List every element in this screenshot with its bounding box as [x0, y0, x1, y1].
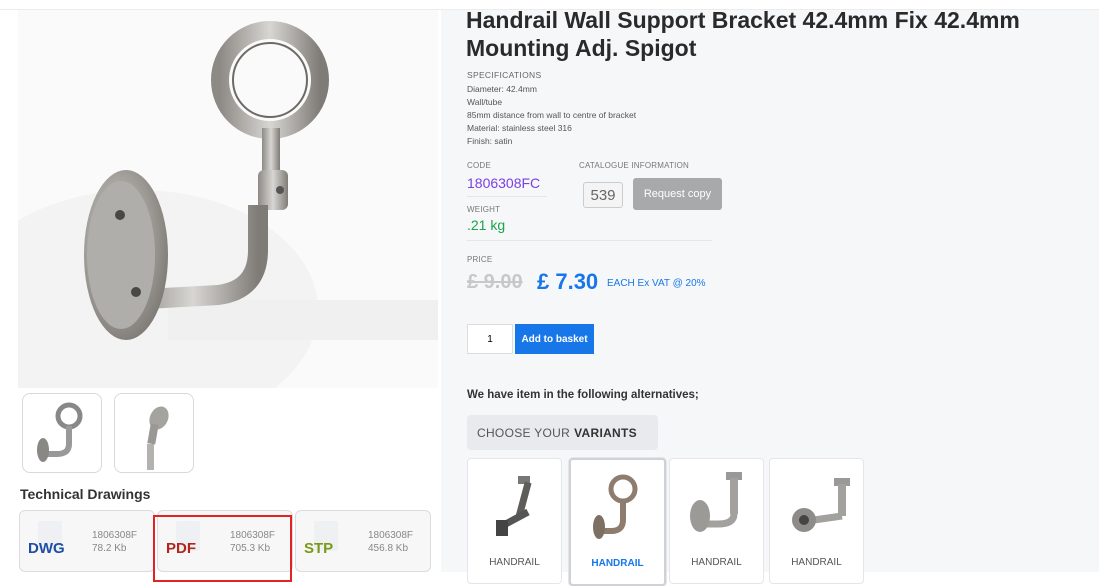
variant-card[interactable]: HANDRAIL [467, 458, 562, 584]
thumbnail-1[interactable] [22, 393, 102, 473]
bracket-image [18, 21, 438, 388]
thumbnail-bracket-icon [37, 402, 83, 462]
spec-line: Diameter: 42.4mm [467, 84, 537, 94]
bracket-variant-icon [690, 472, 742, 532]
variant-image [774, 464, 858, 550]
product-title: Handrail Wall Support Bracket 42.4mm Fix… [466, 7, 1020, 61]
product-info-panel: Handrail Wall Support Bracket 42.4mm Fix… [441, 7, 1099, 586]
variant-label: HANDRAIL [691, 557, 742, 568]
gallery-panel: Technical Drawings DWG 1806308F 78.2 Kb … [0, 10, 441, 582]
spec-line: Wall/tube [467, 97, 503, 107]
variant-image [674, 464, 758, 550]
variant-card-selected[interactable]: HANDRAIL [569, 458, 666, 586]
technical-drawings-heading: Technical Drawings [20, 486, 151, 502]
choose-variants-tab[interactable]: CHOOSE YOUR VARIANTS [467, 415, 658, 450]
catalogue-label: CATALOGUE INFORMATION [579, 161, 689, 170]
spec-line: Material: stainless steel 316 [467, 123, 572, 133]
variant-card[interactable]: HANDRAIL [769, 458, 864, 584]
variant-label: HANDRAIL [591, 558, 644, 569]
bracket-variant-icon [496, 476, 532, 536]
specifications-heading: SPECIFICATIONS [467, 70, 542, 80]
price-label: PRICE [467, 255, 493, 264]
product-weight: .21 kg [467, 217, 506, 233]
file-size: 78.2 Kb [92, 543, 127, 554]
weight-label: WEIGHT [467, 205, 501, 214]
original-price: £ 9.00 [467, 271, 523, 293]
choose-bold: VARIANTS [574, 425, 637, 440]
variant-card[interactable]: HANDRAIL [669, 458, 764, 584]
product-code: 1806308FC [467, 175, 541, 191]
thumbnail-2[interactable] [114, 393, 194, 473]
file-name: 1806308F [92, 530, 138, 541]
choose-prefix: CHOOSE YOUR [477, 425, 571, 440]
ring-bracket-variant-icon [593, 474, 638, 539]
dwg-file-icon: DWG [28, 521, 72, 561]
divider [467, 240, 712, 241]
catalogue-page-icon: 539 [583, 182, 623, 208]
variant-image [472, 464, 556, 550]
spec-line: 85mm distance from wall to centre of bra… [467, 110, 637, 120]
variant-image [575, 465, 659, 551]
divider [467, 196, 547, 197]
price-vat-note: EACH Ex VAT @ 20% [607, 278, 706, 289]
stp-download[interactable]: STP 1806308F 456.8 Kb [295, 510, 431, 572]
file-name: 1806308F [368, 530, 414, 541]
variant-label: HANDRAIL [489, 557, 540, 568]
dwg-download[interactable]: DWG 1806308F 78.2 Kb [19, 510, 155, 572]
alternatives-heading: We have item in the following alternativ… [467, 389, 699, 401]
thumbnail-side-view-icon [147, 406, 169, 470]
glass-bracket-variant-icon [792, 478, 850, 532]
stp-file-icon: STP [304, 521, 348, 561]
sale-price: £ 7.30 [537, 269, 599, 294]
add-to-basket-button[interactable]: Add to basket [515, 324, 594, 354]
file-size: 456.8 Kb [368, 543, 409, 554]
main-product-image[interactable] [18, 10, 438, 388]
quantity-input[interactable] [467, 324, 513, 354]
code-label: CODE [467, 161, 491, 170]
variant-label: HANDRAIL [791, 557, 842, 568]
request-copy-button[interactable]: Request copy [633, 178, 722, 210]
spec-line: Finish: satin [467, 136, 513, 146]
